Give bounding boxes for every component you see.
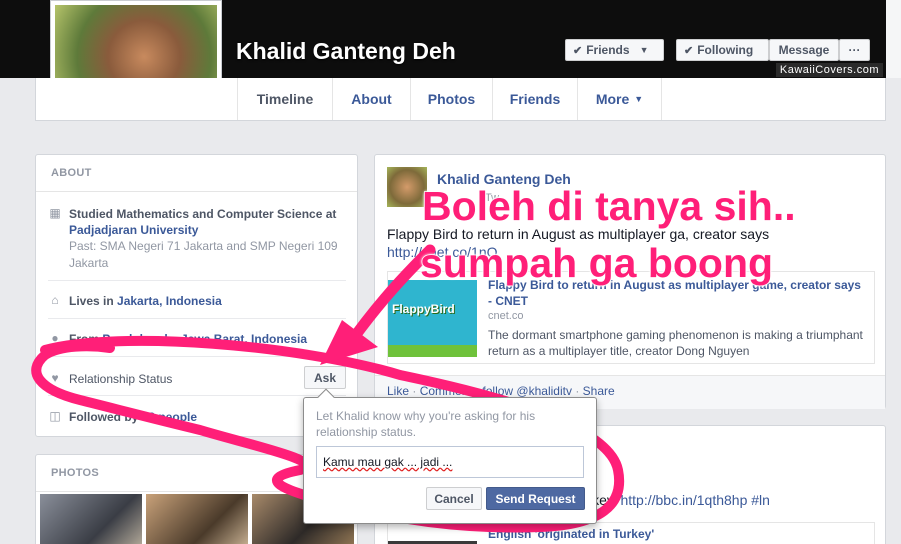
link-thumbnail: FlappyBird [388, 280, 477, 357]
cancel-button[interactable]: Cancel [426, 487, 482, 510]
education-past: Past: SMA Negeri 71 Jakarta and SMP Nege… [69, 239, 338, 270]
following-button[interactable]: ✔ Following [676, 39, 769, 61]
from-prefix: From [69, 332, 103, 346]
post-actions: Like · Comment · follow @khaliditv · Sha… [387, 384, 615, 398]
ask-relationship-popup: Let Khalid know why you're asking for hi… [303, 388, 597, 524]
caret-down-icon: ▼ [639, 45, 649, 55]
divider [48, 318, 346, 319]
home-icon: ⌂ [51, 293, 59, 307]
education-line: Studied Mathematics and Computer Science… [69, 206, 349, 222]
annotation-text-line1: Boleh di tanya sih.. [421, 182, 796, 230]
check-icon: ✔ [684, 44, 694, 57]
ask-reason-input[interactable]: Kamu mau gak ... jadi ... [316, 446, 584, 478]
friends-button[interactable]: ✔ Friends ▼ [565, 39, 664, 61]
ask-reason-value: Kamu mau gak ... jadi ... [323, 455, 453, 469]
watermark: KawaiiCovers.com [775, 63, 883, 77]
tab-more-label: More [595, 91, 630, 107]
rss-icon: ◫ [49, 409, 61, 423]
divider [48, 280, 346, 281]
link-title[interactable]: English 'originated in Turkey' [488, 527, 654, 541]
post-avatar[interactable] [387, 167, 427, 207]
about-card: ABOUT ▦ Studied Mathematics and Computer… [35, 154, 358, 437]
photo-thumbnail[interactable] [146, 494, 248, 544]
link-host: cnet.co [488, 310, 524, 322]
about-relationship: ♥ Relationship Status [48, 371, 172, 387]
annotation-text-line2: sumpah ga boong [419, 239, 774, 287]
education-prefix: Studied Mathematics and Computer Science… [69, 207, 337, 221]
friends-button-label: Friends [586, 43, 630, 57]
separator: · [575, 384, 583, 398]
caret-down-icon: ▼ [634, 94, 644, 104]
tab-friends-label: Friends [509, 91, 561, 107]
about-lives: ⌂ Lives in Jakarta, Indonesia [48, 293, 222, 309]
tab-photos-label: Photos [427, 91, 476, 107]
separator: · [412, 384, 420, 398]
thumbnail-title: FlappyBird [392, 302, 455, 316]
tab-about-label: About [351, 91, 392, 107]
divider [48, 395, 346, 396]
tab-photos[interactable]: Photos [410, 78, 492, 120]
post-url-link[interactable]: http://bbc.in/1qth8hp #ln [620, 492, 769, 508]
location-pin-icon: ● [51, 331, 59, 345]
lives-prefix: Lives in [69, 294, 118, 308]
followed-prefix: Followed by [69, 410, 142, 424]
follow-link[interactable]: follow @khaliditv [482, 384, 572, 398]
more-options-label: ··· [848, 43, 861, 57]
relationship-label: Relationship Status [69, 372, 173, 386]
about-followers: ◫ Followed by 32 people [48, 409, 197, 425]
tab-timeline-label: Timeline [256, 91, 314, 107]
share-link[interactable]: Share [583, 384, 615, 398]
followers-count-link[interactable]: 32 people [142, 410, 197, 424]
about-from: ● From Pondokgede, Jawa Barat, Indonesia [48, 331, 307, 347]
post-text-row: 'urkey' http://bbc.in/1qth8hp #ln [577, 492, 877, 508]
tab-timeline[interactable]: Timeline [237, 78, 332, 120]
tab-about[interactable]: About [332, 78, 410, 120]
thumbnail-ground [388, 345, 477, 357]
tab-more[interactable]: More ▼ [577, 78, 662, 120]
like-link[interactable]: Like [387, 384, 409, 398]
tab-friends[interactable]: Friends [492, 78, 577, 120]
education-school-link[interactable]: Padjadjaran University [69, 222, 349, 238]
message-button-label: Message [778, 43, 830, 57]
link-description: The dormant smartphone gaming phenomenon… [488, 328, 863, 358]
comment-link[interactable]: Comment [420, 384, 472, 398]
about-education: ▦ Studied Mathematics and Computer Scien… [48, 206, 349, 272]
about-header: ABOUT [36, 155, 357, 192]
send-request-button[interactable]: Send Request [486, 487, 585, 510]
from-place-link[interactable]: Pondokgede, Jawa Barat, Indonesia [102, 332, 307, 346]
profile-name[interactable]: Khalid Ganteng Deh [236, 38, 456, 65]
ask-button[interactable]: Ask [304, 366, 346, 389]
heart-icon: ♥ [51, 371, 59, 385]
divider [48, 356, 346, 357]
photo-thumbnail[interactable] [40, 494, 142, 544]
lives-place-link[interactable]: Jakarta, Indonesia [117, 294, 222, 308]
check-icon: ✔ [573, 44, 583, 57]
popup-message: Let Khalid know why you're asking for hi… [316, 409, 536, 439]
more-options-button[interactable]: ··· [839, 39, 870, 61]
cover-edge [886, 0, 901, 78]
message-button[interactable]: Message [769, 39, 839, 61]
education-icon: ▦ [49, 206, 61, 220]
link-preview[interactable]: English 'originated in Turkey' [387, 522, 875, 544]
following-button-label: Following [697, 43, 754, 57]
profile-nav: Timeline About Photos Friends More ▼ [35, 78, 886, 121]
